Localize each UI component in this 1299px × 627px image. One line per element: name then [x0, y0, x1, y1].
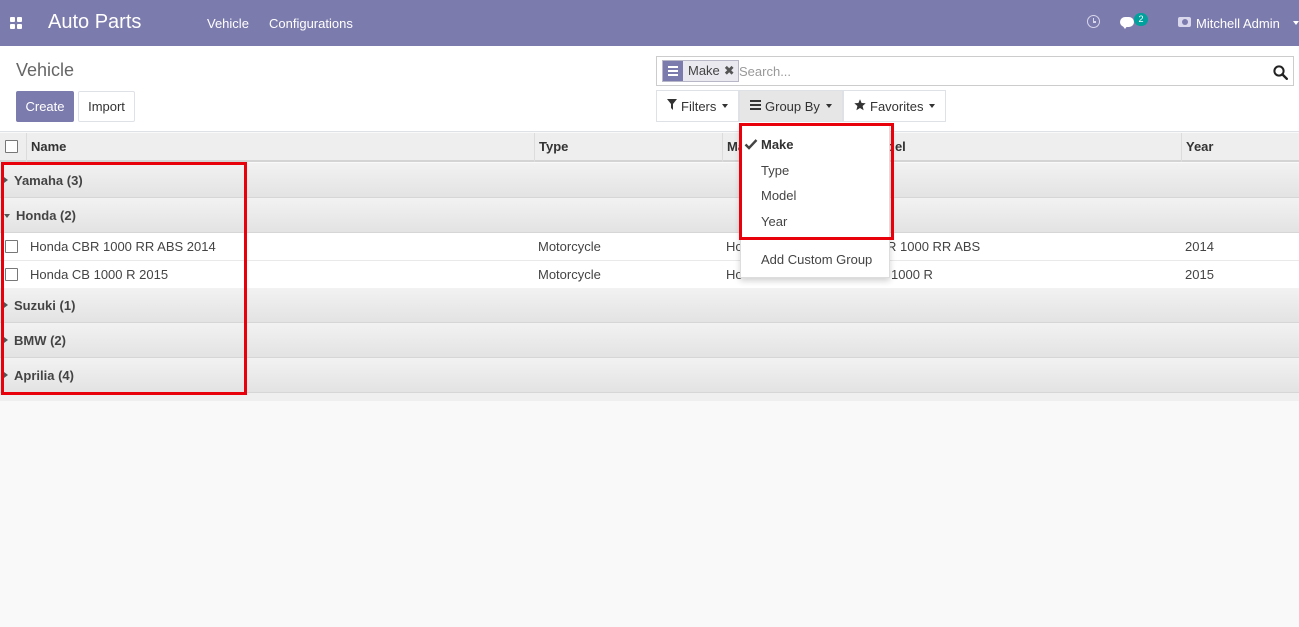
- search-facet-make[interactable]: Make ✖: [662, 60, 739, 82]
- group-label: BMW (2): [14, 333, 66, 348]
- favorites-label: Favorites: [870, 98, 924, 114]
- filters-caret-icon: [722, 104, 729, 108]
- activity-clock-icon[interactable]: [1087, 15, 1100, 28]
- group-row-honda[interactable]: Honda (2): [0, 198, 1299, 233]
- filters-button[interactable]: Filters: [656, 90, 739, 122]
- group-row-suzuki[interactable]: Suzuki (1): [0, 288, 1299, 323]
- filters-label: Filters: [681, 98, 717, 114]
- group-row-yamaha[interactable]: Yamaha (3): [0, 163, 1299, 198]
- group-label: Aprilia (4): [14, 368, 74, 383]
- chat-count-badge: 2: [1134, 13, 1148, 26]
- groupby-option-model[interactable]: Model: [761, 188, 796, 203]
- expand-caret-icon: [4, 337, 8, 343]
- group-label: Suzuki (1): [14, 298, 76, 313]
- search-icon[interactable]: [1273, 65, 1288, 80]
- user-avatar-icon[interactable]: [1178, 17, 1191, 27]
- cell-year: 2015: [1185, 267, 1214, 282]
- row-checkbox[interactable]: [5, 268, 18, 281]
- group-row-bmw[interactable]: BMW (2): [0, 323, 1299, 358]
- chat-icon[interactable]: [1120, 17, 1134, 29]
- column-model[interactable]: del: [887, 133, 1181, 162]
- group-by-facet-icon: [663, 61, 683, 81]
- column-type[interactable]: Type: [534, 133, 722, 162]
- list-header: Name Type Ma del Year: [0, 133, 1299, 162]
- dropdown-divider: [741, 239, 889, 240]
- column-name[interactable]: Name: [26, 133, 534, 162]
- menu-configurations[interactable]: Configurations: [269, 16, 353, 31]
- group-by-caret-icon: [825, 104, 832, 108]
- expand-caret-icon: [4, 302, 8, 308]
- create-button[interactable]: Create: [16, 91, 74, 122]
- check-icon: [744, 139, 758, 150]
- control-panel: Vehicle Create Import Make ✖ Filters Gro…: [0, 46, 1299, 132]
- column-year[interactable]: Year: [1181, 133, 1299, 162]
- table-row[interactable]: Honda CB 1000 R 2015 Motorcycle Ho 1000 …: [0, 261, 1299, 289]
- cell-model: R 1000 RR ABS: [887, 239, 981, 254]
- cell-name: Honda CBR 1000 RR ABS 2014: [30, 239, 216, 254]
- groupby-option-year[interactable]: Year: [761, 214, 787, 229]
- cell-type: Motorcycle: [538, 267, 601, 282]
- search-input[interactable]: [739, 61, 1259, 81]
- table-row[interactable]: Honda CBR 1000 RR ABS 2014 Motorcycle Ho…: [0, 233, 1299, 261]
- group-by-button[interactable]: Group By: [739, 90, 843, 122]
- expand-caret-icon: [4, 372, 8, 378]
- apps-menu-icon[interactable]: [10, 17, 22, 29]
- collapse-caret-icon: [4, 214, 10, 218]
- facet-remove-icon[interactable]: ✖: [724, 61, 738, 81]
- user-menu[interactable]: Mitchell Admin: [1196, 16, 1280, 31]
- menu-vehicle[interactable]: Vehicle: [207, 16, 249, 31]
- cell-type: Motorcycle: [538, 239, 601, 254]
- select-all-checkbox[interactable]: [5, 140, 18, 153]
- app-title[interactable]: Auto Parts: [48, 11, 141, 34]
- list-footer: [0, 393, 1299, 401]
- cell-year: 2014: [1185, 239, 1214, 254]
- expand-caret-icon: [4, 177, 8, 183]
- favorites-caret-icon: [929, 104, 936, 108]
- user-caret-icon[interactable]: [1293, 21, 1299, 25]
- group-by-dropdown: Make Type Model Year Add Custom Group: [740, 125, 890, 278]
- group-label: Honda (2): [16, 208, 76, 223]
- cell-name: Honda CB 1000 R 2015: [30, 267, 169, 282]
- add-custom-group-option[interactable]: Add Custom Group: [761, 252, 872, 267]
- top-navbar: Auto Parts Vehicle Configurations 2 Mitc…: [0, 0, 1299, 46]
- star-icon: [854, 98, 866, 114]
- group-row-aprilia[interactable]: Aprilia (4): [0, 358, 1299, 393]
- favorites-button[interactable]: Favorites: [843, 90, 946, 122]
- group-by-icon: [750, 99, 761, 113]
- facet-label: Make: [688, 63, 720, 78]
- search-box[interactable]: Make ✖: [656, 56, 1294, 86]
- groupby-option-make[interactable]: Make: [761, 137, 794, 152]
- page-title: Vehicle: [16, 60, 75, 80]
- row-checkbox[interactable]: [5, 240, 18, 253]
- group-label: Yamaha (3): [14, 173, 83, 188]
- filter-icon: [667, 99, 677, 113]
- groupby-option-type[interactable]: Type: [761, 163, 789, 178]
- import-button[interactable]: Import: [78, 91, 135, 122]
- cell-model: 1000 R: [891, 267, 933, 282]
- group-by-label: Group By: [765, 98, 820, 114]
